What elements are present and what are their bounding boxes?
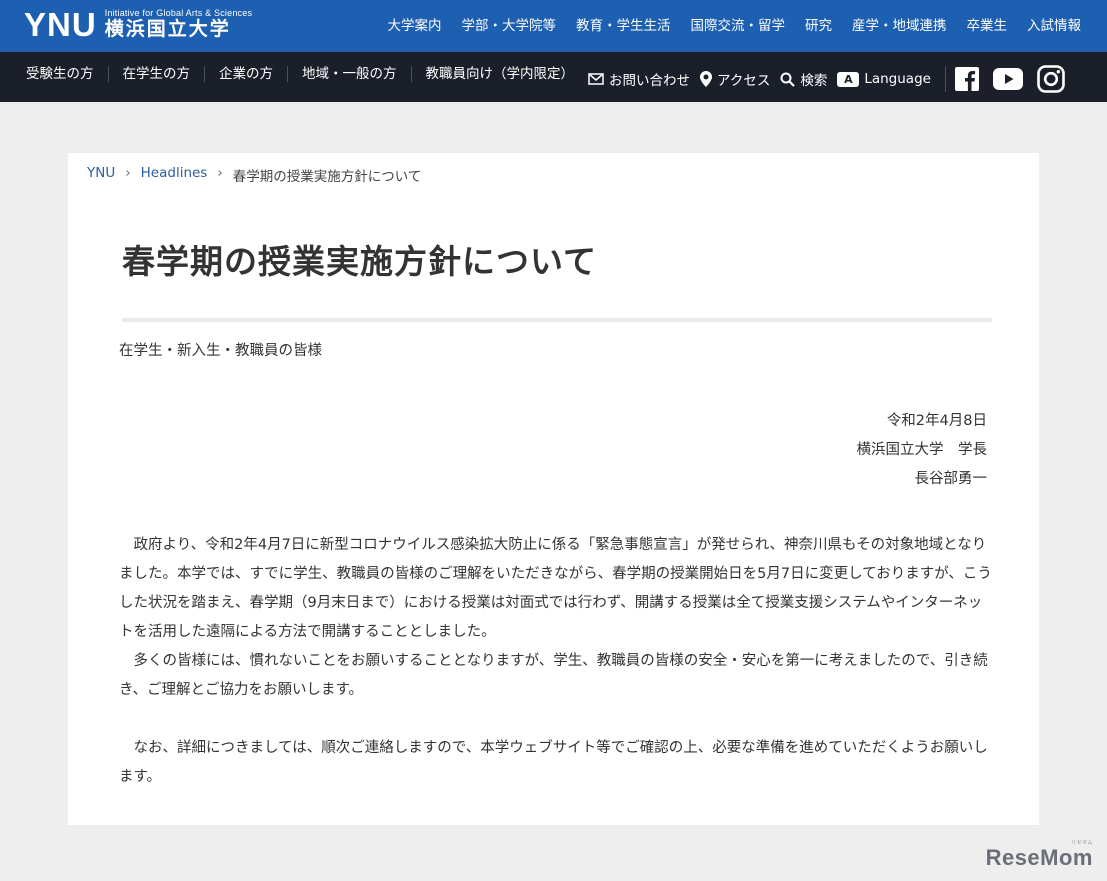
instagram-link[interactable] <box>1037 65 1065 93</box>
top-header: YNU Initiative for Global Arts & Science… <box>0 0 1107 52</box>
logo-university-name: 横浜国立大学 <box>104 18 231 40</box>
addressee: 在学生・新入生・教職員の皆様 <box>119 343 322 359</box>
contact-link[interactable]: お問い合わせ <box>588 69 690 89</box>
breadcrumb-link-home[interactable]: YNU <box>87 165 115 185</box>
breadcrumb-link-headlines[interactable]: Headlines <box>141 165 208 185</box>
access-label: アクセス <box>717 73 771 89</box>
youtube-icon <box>992 68 1023 90</box>
body-paragraph: 多くの皆様には、慣れないことをお願いすることとなりますが、学生、教職員の皆様の安… <box>119 653 988 698</box>
audience-item-applicants[interactable]: 受験生の方 <box>12 66 108 82</box>
signer-title: 横浜国立大学 学長 <box>856 442 988 458</box>
sub-header: 受験生の方 在学生の方 企業の方 地域・一般の方 教職員向け（学内限定） お問い… <box>0 52 1107 102</box>
audience-item-community[interactable]: 地域・一般の方 <box>287 66 411 82</box>
signer-name: 長谷部勇一 <box>914 471 988 487</box>
search-button[interactable]: 検索 <box>780 69 827 89</box>
facebook-icon <box>954 67 979 91</box>
access-link[interactable]: アクセス <box>700 69 770 89</box>
nav-item-industry[interactable]: 産学・地域連携 <box>852 14 947 34</box>
logo-text-block: Initiative for Global Arts & Sciences 横浜… <box>105 6 252 40</box>
youtube-link[interactable] <box>992 68 1023 90</box>
map-pin-icon <box>700 71 712 87</box>
audience-nav: 受験生の方 在学生の方 企業の方 地域・一般の方 教職員向け（学内限定） <box>12 66 588 82</box>
article-body: 政府より、令和2年4月7日に新型コロナウイルス感染拡大防止に係る「緊急事態宣言」… <box>119 531 994 792</box>
sns-divider <box>944 66 946 92</box>
page-title: 春学期の授業実施方針について <box>122 242 598 281</box>
issue-date: 令和2年4月8日 <box>886 413 987 429</box>
watermark-subtext: リセマム <box>1070 840 1093 846</box>
utility-nav: お問い合わせ アクセス 検索 A Language <box>588 65 1079 93</box>
language-label: Language <box>864 71 931 87</box>
breadcrumb-separator: › <box>217 165 223 181</box>
instagram-icon <box>1037 65 1065 93</box>
body-paragraph: 政府より、令和2年4月7日に新型コロナウイルス感染拡大防止に係る「緊急事態宣言」… <box>119 537 992 640</box>
article-card: YNU › Headlines › 春学期の授業実施方針について 春学期の授業実… <box>68 153 1039 825</box>
breadcrumb: YNU › Headlines › 春学期の授業実施方針について <box>87 165 421 185</box>
body-paragraph: なお、詳細につきましては、順次ご連絡しますので、本学ウェブサイト等でご確認の上、… <box>119 740 988 785</box>
main-nav: 大学案内 学部・大学院等 教育・学生生活 国際交流・留学 研究 産学・地域連携 … <box>368 14 1082 34</box>
contact-label: お問い合わせ <box>609 73 690 89</box>
nav-item-alumni[interactable]: 卒業生 <box>967 14 1008 34</box>
logo-wordmark: YNU <box>24 6 97 43</box>
breadcrumb-separator: › <box>125 165 131 181</box>
mail-icon <box>588 73 604 85</box>
nav-item-faculties[interactable]: 学部・大学院等 <box>462 14 557 34</box>
language-icon: A <box>837 71 860 87</box>
nav-item-research[interactable]: 研究 <box>805 14 832 34</box>
watermark-text: ReseMom <box>985 845 1093 870</box>
resemom-watermark: ReseMom リセマム <box>985 840 1093 871</box>
breadcrumb-current: 春学期の授業実施方針について <box>232 169 422 185</box>
nav-item-international[interactable]: 国際交流・留学 <box>691 14 786 34</box>
ynu-logo[interactable]: YNU Initiative for Global Arts & Science… <box>24 6 252 46</box>
audience-item-students[interactable]: 在学生の方 <box>107 66 205 82</box>
nav-item-education[interactable]: 教育・学生生活 <box>576 14 671 34</box>
nav-item-about[interactable]: 大学案内 <box>388 14 442 34</box>
audience-item-staff[interactable]: 教職員向け（学内限定） <box>410 66 589 82</box>
facebook-link[interactable] <box>954 67 979 91</box>
language-button[interactable]: A Language <box>837 71 931 87</box>
logo-tagline: Initiative for Global Arts & Sciences <box>104 8 253 18</box>
signature-block: 令和2年4月8日 横浜国立大学 学長 長谷部勇一 <box>857 407 988 494</box>
search-label: 検索 <box>800 73 828 89</box>
search-icon <box>780 72 796 87</box>
title-divider <box>122 318 992 322</box>
audience-item-companies[interactable]: 企業の方 <box>204 66 287 82</box>
nav-item-admissions[interactable]: 入試情報 <box>1027 14 1081 34</box>
